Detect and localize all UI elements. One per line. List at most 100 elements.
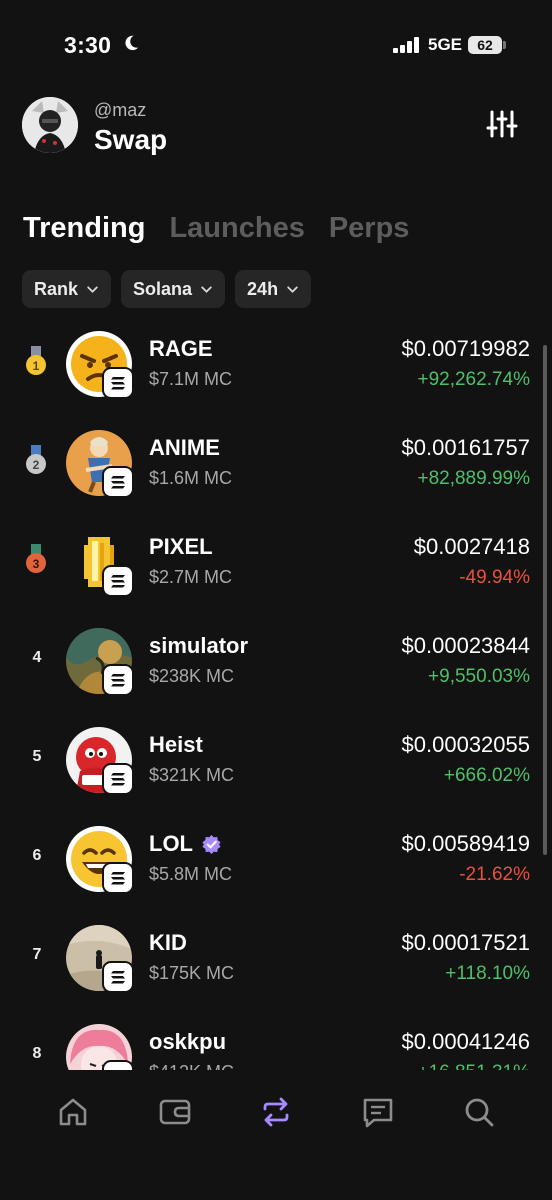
token-price: $0.00719982 (401, 336, 530, 361)
chain-dropdown-label: Solana (133, 278, 193, 299)
token-name-text: Heist (149, 732, 203, 757)
token-name: ANIME (149, 435, 220, 461)
moon-icon (125, 35, 139, 51)
token-row[interactable]: 3 PIXEL $2.7M MC $0.0027418 -49.94% (0, 520, 552, 619)
token-market-cap: $1.6M MC (149, 468, 233, 488)
token-change: +9,550.03% (428, 666, 530, 687)
token-market-cap: $2.7M MC (149, 567, 233, 587)
rank-number: 6 (32, 847, 42, 864)
token-name: Heist (149, 732, 203, 758)
token-row[interactable]: 8 oskkpu $412K MC $0.00041246 +16,851.31… (0, 1015, 552, 1070)
avatar-image (22, 97, 78, 153)
token-name-text: KID (149, 930, 187, 955)
page-title: Swap (94, 124, 168, 155)
nav-wallet[interactable] (157, 1094, 193, 1130)
token-name: oskkpu (149, 1029, 226, 1055)
token-change: +92,262.74% (417, 369, 530, 390)
token-market-cap: $5.8M MC (149, 864, 233, 884)
nav-chat[interactable] (360, 1094, 396, 1130)
nav-swap[interactable] (258, 1094, 294, 1130)
battery-cap (503, 41, 506, 49)
token-change: -21.62% (459, 864, 530, 885)
token-price: $0.00589419 (401, 831, 530, 856)
token-name: simulator (149, 633, 248, 659)
solana-badge (102, 763, 134, 795)
token-name-text: LOL (149, 831, 193, 856)
token-price: $0.00017521 (401, 930, 530, 955)
token-price: $0.00023844 (401, 633, 530, 658)
rank-number: 5 (32, 748, 42, 765)
medal-number: 1 (33, 359, 40, 373)
search-icon (465, 1098, 494, 1127)
tab-perps[interactable]: Perps (329, 212, 410, 252)
token-name-text: simulator (149, 633, 249, 658)
token-market-cap: $412K MC (149, 1062, 234, 1070)
token-price: $0.00041246 (401, 1029, 530, 1054)
medal-number: 3 (33, 557, 40, 571)
solana-badge (102, 565, 134, 597)
filter-bar: Rank Solana 24h (22, 270, 312, 308)
solana-badge (102, 466, 134, 498)
token-market-cap: $321K MC (149, 765, 235, 785)
token-price: $0.00161757 (401, 435, 530, 460)
chat-icon (363, 1098, 393, 1128)
avatar[interactable] (22, 97, 78, 153)
home-icon (59, 1098, 87, 1126)
solana-icon (111, 872, 125, 885)
token-change: +118.10% (445, 963, 530, 984)
chain-dropdown[interactable]: Solana (121, 270, 226, 308)
bottom-nav (0, 1070, 552, 1200)
gold-medal-icon: 1 (26, 346, 46, 375)
tab-trending[interactable]: Trending (23, 212, 145, 252)
wallet-icon (159, 1099, 191, 1125)
token-market-cap: $175K MC (149, 963, 235, 983)
silver-medal-icon: 2 (26, 445, 46, 474)
token-name: KID (149, 930, 187, 956)
tab-launches[interactable]: Launches (169, 212, 304, 252)
status-bar: 3:30 5GE 62 (0, 0, 552, 90)
status-time: 3:30 (64, 32, 112, 58)
token-change: +666.02% (443, 765, 530, 786)
battery-level: 62 (468, 36, 502, 54)
token-list[interactable]: 1 RAGE $7.1M MC $0.00719982 +92,262.74% (0, 322, 552, 1070)
solana-badge (102, 664, 134, 696)
user-handle: @maz (94, 100, 147, 120)
token-change: -49.94% (459, 567, 530, 588)
network-type: 5GE (428, 35, 463, 54)
token-name-text: PIXEL (149, 534, 213, 559)
nav-home[interactable] (55, 1094, 91, 1130)
rank-number: 7 (32, 946, 42, 963)
token-name-text: ANIME (149, 435, 220, 460)
token-price: $0.00032055 (401, 732, 530, 757)
token-name: RAGE (149, 336, 213, 362)
token-change: +82,889.99% (417, 468, 530, 489)
header: @maz Swap (0, 90, 552, 170)
chevron-down-icon (201, 285, 212, 293)
token-row[interactable]: 4 simulator $238K MC $0.00023844 +9,550.… (0, 619, 552, 718)
tab-bar: Trending Launches Perps (23, 212, 409, 252)
token-name: LOL (149, 831, 222, 857)
solana-icon (111, 674, 125, 687)
chevron-down-icon (287, 285, 298, 293)
solana-badge (102, 862, 134, 894)
token-row[interactable]: 1 RAGE $7.1M MC $0.00719982 +92,262.74% (0, 322, 552, 421)
filter-settings-icon[interactable] (486, 108, 518, 140)
solana-icon (111, 971, 125, 984)
token-name: PIXEL (149, 534, 213, 560)
swap-icon (263, 1097, 289, 1127)
period-dropdown[interactable]: 24h (235, 270, 312, 308)
token-row[interactable]: 7 KID $175K MC $0.00017521 +118.10% (0, 916, 552, 1015)
medal-number: 2 (33, 458, 40, 472)
token-row[interactable]: 6 LOL $5.8M MC $0.00589419 -21.62% (0, 817, 552, 916)
sort-dropdown[interactable]: Rank (22, 270, 112, 308)
verified-badge-icon (202, 834, 221, 854)
solana-badge (102, 367, 134, 399)
token-row[interactable]: 5 Heist $321K MC $0.00032055 +666.02% (0, 718, 552, 817)
nav-search[interactable] (461, 1094, 497, 1130)
sort-dropdown-label: Rank (34, 278, 79, 299)
token-market-cap: $7.1M MC (149, 369, 233, 389)
rank-number: 8 (32, 1045, 42, 1062)
chevron-down-icon (87, 285, 98, 293)
token-row[interactable]: 2 ANIME $1.6M MC $0.00161757 +82,889.99% (0, 421, 552, 520)
scrollbar[interactable] (543, 345, 547, 855)
